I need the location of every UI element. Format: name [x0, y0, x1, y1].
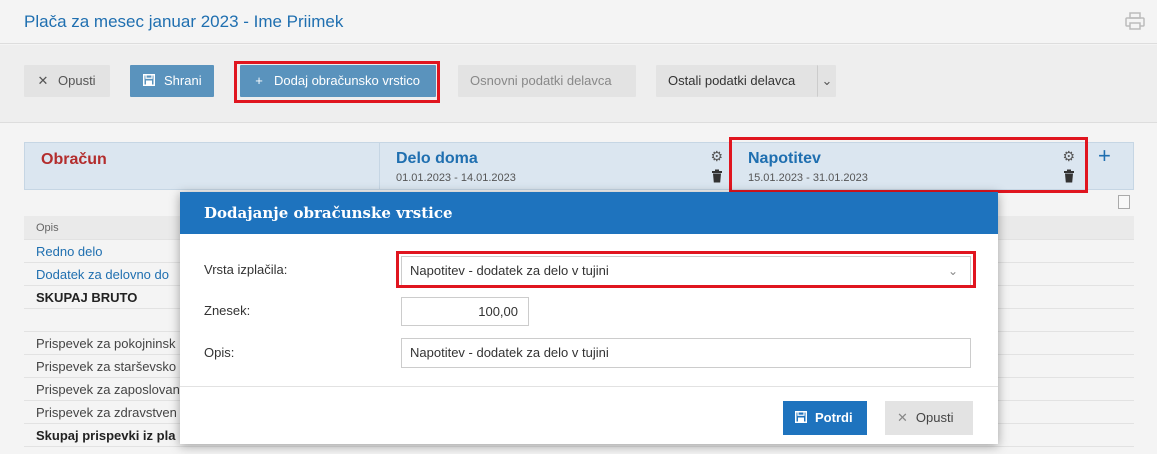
add-calculation-row-dialog: Dodajanje obračunske vrstice Vrsta izpla…: [180, 192, 998, 444]
title-bar: Plača za mesec januar 2023 - Ime Priimek: [0, 0, 1157, 44]
other-employee-data-button[interactable]: Ostali podatki delavca: [656, 65, 818, 97]
cancel-button-label: Opusti: [58, 73, 96, 88]
column-delo-doma: Delo doma 01.01.2023 - 14.01.2023 ⚙: [379, 143, 731, 189]
close-icon: ✕: [37, 73, 49, 88]
dialog-footer: Potrdi ✕ Opusti: [180, 386, 998, 444]
dialog-cancel-button[interactable]: ✕ Opusti: [885, 401, 973, 435]
save-icon: [795, 401, 807, 435]
dialog-cancel-label: Opusti: [915, 410, 954, 425]
add-column-icon[interactable]: +: [1098, 143, 1111, 169]
page-title: Plača za mesec januar 2023 - Ime Priimek: [24, 12, 344, 31]
gear-icon[interactable]: ⚙: [710, 148, 723, 165]
description-input[interactable]: Napotitev - dodatek za delo v tujini: [401, 338, 971, 368]
highlight-add-row-button: [234, 61, 440, 103]
dialog-header: Dodajanje obračunske vrstice: [180, 192, 998, 234]
obracun-label: Obračun: [41, 151, 107, 168]
highlight-payment-type-select: [396, 251, 976, 288]
amount-input[interactable]: 100,00: [401, 297, 529, 326]
payment-type-label: Vrsta izplačila:: [204, 262, 288, 277]
save-button[interactable]: Shrani: [130, 65, 214, 97]
close-icon: ✕: [897, 410, 908, 425]
basic-employee-data-button[interactable]: Osnovni podatki delavca: [458, 65, 636, 97]
save-icon: [142, 65, 156, 97]
toolbar: ✕ Opusti Shrani + Dodaj obračunsko vrstico…: [0, 45, 1157, 123]
chevron-down-icon[interactable]: ⌄: [818, 65, 836, 97]
document-icon[interactable]: [1118, 195, 1130, 209]
confirm-button[interactable]: Potrdi: [783, 401, 867, 435]
trash-icon[interactable]: [711, 169, 723, 183]
printer-icon[interactable]: [1125, 12, 1145, 30]
cancel-button[interactable]: ✕ Opusti: [24, 65, 110, 97]
column-dates: 01.01.2023 - 14.01.2023: [396, 172, 516, 184]
save-button-label: Shrani: [164, 73, 202, 88]
amount-label: Znesek:: [204, 303, 251, 318]
description-label: Opis:: [204, 345, 235, 360]
dialog-title: Dodajanje obračunske vrstice: [204, 204, 453, 222]
highlight-napotitev-column: [729, 137, 1088, 193]
column-title: Delo doma: [396, 150, 478, 167]
page: Plača za mesec januar 2023 - Ime Priimek…: [0, 0, 1157, 454]
confirm-button-label: Potrdi: [815, 410, 853, 425]
